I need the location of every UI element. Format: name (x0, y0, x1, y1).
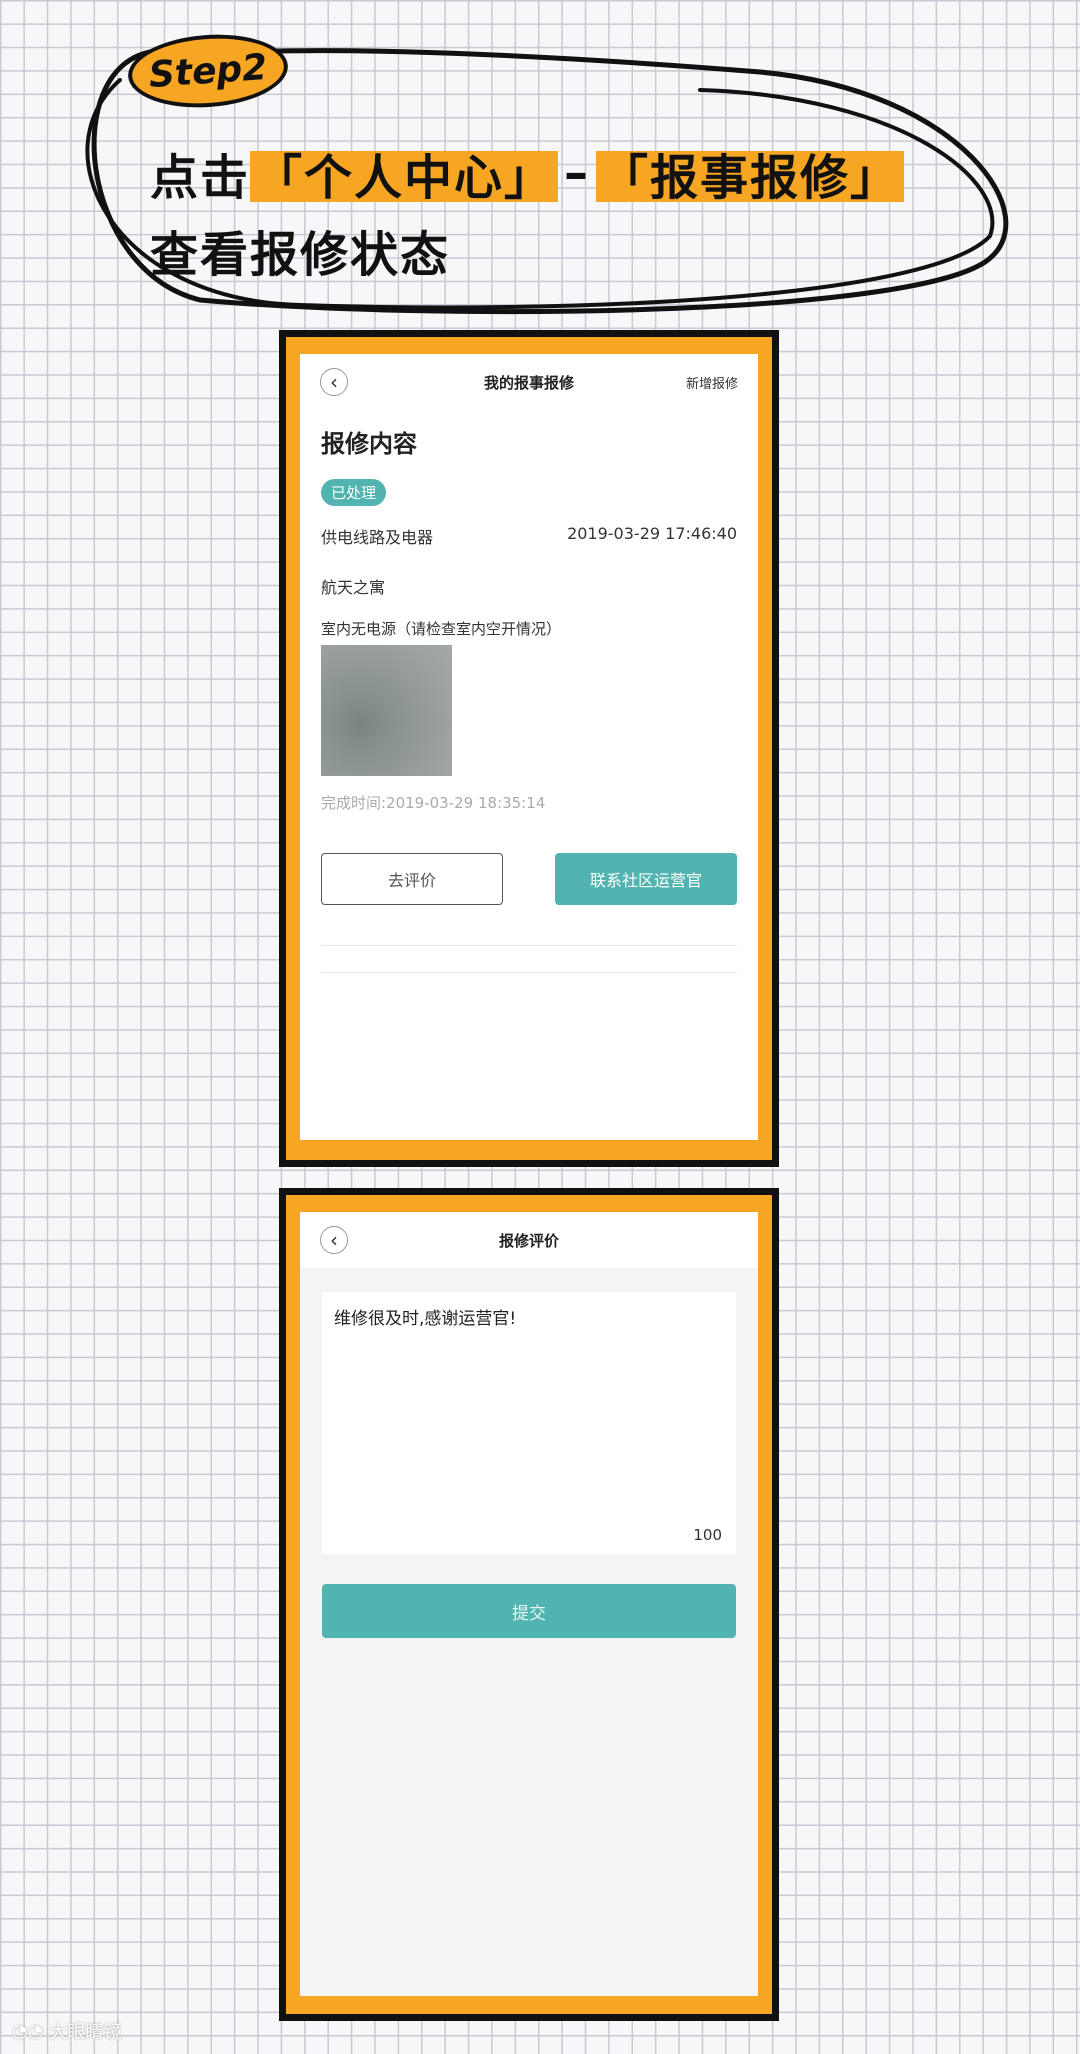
phone-frame-repair-list: ‹ 我的报事报修 新增报修 报修内容 已处理 供电线路及电器 2019-03-2… (279, 330, 779, 1167)
navbar: ‹ 我的报事报修 新增报修 (300, 354, 758, 410)
highlight-repair-report: 「报事报修」 (596, 138, 905, 208)
repair-content: 报修内容 已处理 供电线路及电器 2019-03-29 17:46:40 航天之… (300, 424, 758, 973)
review-button[interactable]: 去评价 (321, 853, 503, 905)
header-line-1: 点击 「个人中心」 – 「报事报修」 (150, 138, 905, 208)
section-title: 报修内容 (321, 430, 417, 458)
contact-operator-button[interactable]: 联系社区运营官 (555, 853, 737, 905)
header-line-2: 查看报修状态 (150, 227, 451, 283)
category-row: 供电线路及电器 2019-03-29 17:46:40 (321, 524, 737, 548)
repair-datetime: 2019-03-29 17:46:40 (567, 524, 737, 543)
repair-category: 供电线路及电器 (321, 528, 434, 547)
repair-location: 航天之寓 (321, 578, 386, 597)
watermark: ◔◔ 大眼睛镜 (12, 2018, 121, 2044)
header-separator: – (564, 145, 591, 201)
divider (321, 972, 737, 973)
highlight-personal-center: 「个人中心」 (250, 138, 559, 208)
watermark-logo-icon: ◔◔ (12, 2020, 44, 2042)
char-count: 100 (693, 1526, 722, 1544)
repair-description: 室内无电源（请检查室内空开情况） (321, 620, 562, 638)
action-buttons: 去评价 联系社区运营官 (321, 853, 737, 905)
header-line1-prefix: 点击 (150, 150, 251, 206)
repair-photo[interactable] (321, 645, 452, 776)
review-textarea[interactable]: 维修很及时,感谢运营官! 100 (322, 1292, 736, 1554)
navbar: ‹ 报修评价 (300, 1212, 758, 1268)
add-repair-link[interactable]: 新增报修 (686, 373, 738, 392)
repair-review-screen: ‹ 报修评价 维修很及时,感谢运营官! 100 提交 (300, 1212, 758, 1996)
repair-list-screen: ‹ 我的报事报修 新增报修 报修内容 已处理 供电线路及电器 2019-03-2… (300, 354, 758, 1140)
review-text: 维修很及时,感谢运营官! (334, 1309, 517, 1329)
submit-button[interactable]: 提交 (322, 1584, 736, 1638)
phone-frame-repair-review: ‹ 报修评价 维修很及时,感谢运营官! 100 提交 (279, 1188, 779, 2021)
status-badge: 已处理 (321, 479, 387, 506)
watermark-text: 大眼睛镜 (49, 2022, 122, 2043)
page-title: 报修评价 (498, 1231, 559, 1250)
completed-time: 完成时间:2019-03-29 18:35:14 (321, 794, 546, 812)
divider (321, 945, 737, 946)
